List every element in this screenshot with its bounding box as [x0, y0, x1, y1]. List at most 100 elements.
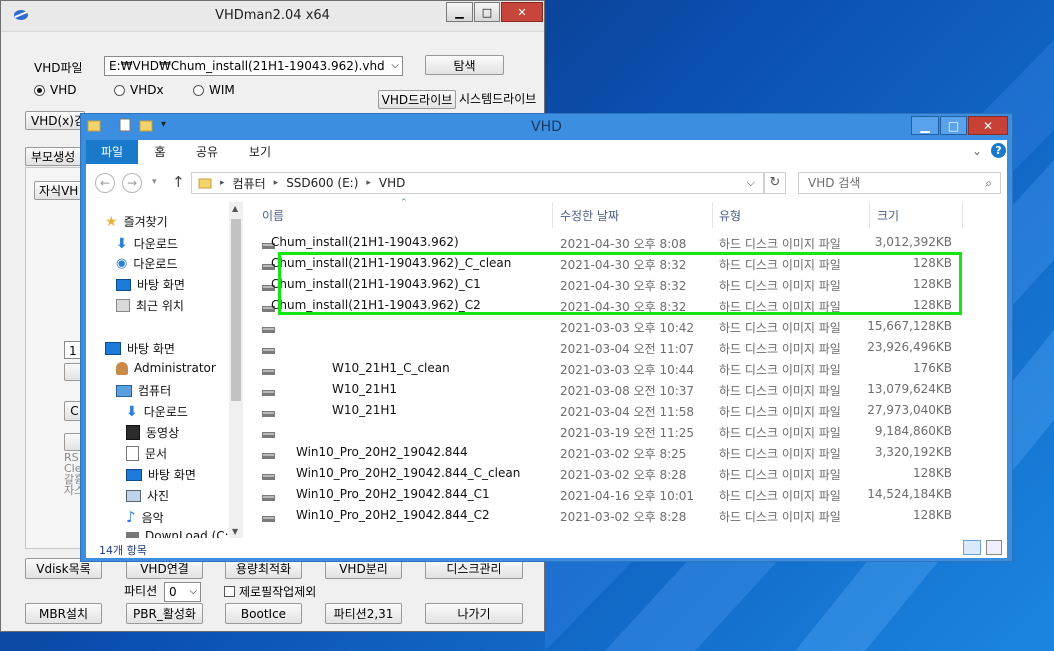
tab-file[interactable]: 파일: [86, 140, 138, 164]
ribbon-expand-icon[interactable]: ⌄: [972, 144, 982, 158]
nav-computer-downloads[interactable]: ⬇ 다운로드: [126, 403, 188, 420]
details-view-icon[interactable]: [963, 540, 981, 555]
exclude-zero-checkbox[interactable]: 제로필작업제외: [224, 583, 316, 600]
file-row[interactable]: 2021-03-04 오전 11:07 하드 디스크 이미지 파일 23,926,4…: [250, 337, 971, 358]
picture-icon: [126, 489, 141, 502]
file-type: 하드 디스크 이미지 파일: [719, 468, 841, 482]
file-row[interactable]: 2021-03-19 오전 11:25 하드 디스크 이미지 파일 9,184,86…: [250, 421, 971, 442]
exit-button[interactable]: 나가기: [425, 603, 523, 624]
file-row[interactable]: W10_21H1 2021-03-04 오전 11:58 하드 디스크 이미지 파일…: [250, 400, 971, 421]
vhd-check-button[interactable]: VHD(x)검: [25, 111, 85, 130]
breadcrumb-computer[interactable]: 컴퓨터: [233, 175, 266, 192]
recent-locations-icon[interactable]: ▾: [152, 177, 157, 187]
nav-computer[interactable]: 컴퓨터: [116, 382, 171, 399]
file-row[interactable]: Chum_install(21H1-19043.962)_C1 2021-04-3…: [250, 274, 971, 295]
nav-user[interactable]: Administrator: [116, 361, 216, 375]
vhdman-titlebar[interactable]: VHDman2.04 x64 ▁ □ ✕: [1, 1, 544, 32]
nav-music[interactable]: ♪ 음악: [126, 508, 164, 526]
desktop-icon: [126, 468, 142, 481]
file-name: Win10_Pro_20H2_19042.844_C1: [296, 487, 490, 501]
file-row[interactable]: Chum_install(21H1-19043.962)_C2 2021-04-3…: [250, 295, 971, 316]
file-row[interactable]: 2021-03-03 오후 10:42 하드 디스크 이미지 파일 15,667,1…: [250, 316, 971, 337]
radio-dot: [114, 84, 125, 96]
file-date: 2021-04-30 오후 8:08: [560, 237, 687, 251]
search-input[interactable]: VHD 검색 ⌕: [798, 172, 1001, 194]
refresh-icon[interactable]: ↻: [764, 172, 786, 194]
file-type: 하드 디스크 이미지 파일: [719, 300, 841, 314]
nav-desktop[interactable]: 바탕 화면: [105, 340, 175, 357]
forward-arrow-icon[interactable]: →: [122, 173, 142, 193]
help-icon[interactable]: ?: [991, 143, 1006, 158]
bootice-button[interactable]: BootIce: [225, 603, 302, 624]
file-date: 2021-03-08 오전 10:37: [560, 384, 695, 398]
column-size[interactable]: 크기: [877, 207, 899, 224]
column-type[interactable]: 유형: [719, 207, 741, 224]
tab-view[interactable]: 보기: [245, 140, 275, 164]
nav-scrollbar[interactable]: ▲ ▼: [229, 202, 243, 538]
vhd-path-combo[interactable]: E:₩VHD₩Chum_install(21H1-19043.962).vhd …: [104, 56, 403, 76]
radio-vhdx[interactable]: VHDx: [114, 83, 164, 97]
folder-icon: [198, 178, 212, 189]
address-bar[interactable]: ▸ 컴퓨터 ▸ SSD600 (E:) ▸ VHD ⌵: [191, 172, 764, 194]
maximize-button[interactable]: □: [940, 116, 967, 135]
vhd-drive-button[interactable]: VHD드라이브: [378, 90, 456, 109]
file-date: 2021-03-02 오후 8:28: [560, 510, 687, 524]
file-row[interactable]: Chum_install(21H1-19043.962)_C_clean 2021…: [250, 253, 971, 274]
tab-share[interactable]: 공유: [192, 140, 222, 164]
radio-label: VHDx: [130, 83, 164, 97]
explorer-titlebar[interactable]: ▾ VHD ▁ □ ✕: [81, 114, 1012, 140]
large-icons-view-icon[interactable]: [986, 540, 1002, 555]
browse-button[interactable]: 탐색: [425, 55, 504, 75]
partition-231-button[interactable]: 파티션2,31: [325, 603, 402, 624]
nav-videos[interactable]: 동영상: [126, 424, 179, 441]
file-row[interactable]: Chum_install(21H1-19043.962) 2021-04-30 오…: [250, 232, 971, 253]
maximize-button[interactable]: □: [474, 2, 500, 22]
back-arrow-icon[interactable]: ←: [95, 173, 115, 193]
parent-create-button[interactable]: 부모생성: [25, 147, 85, 166]
radio-vhd[interactable]: VHD: [34, 83, 76, 97]
pbr-activate-button[interactable]: PBR_활성화: [126, 603, 203, 624]
file-size: 13,079,624KB: [867, 382, 952, 396]
mbr-install-button[interactable]: MBR설치: [25, 603, 102, 624]
breadcrumb-drive[interactable]: SSD600 (E:): [286, 176, 358, 190]
file-row[interactable]: W10_21H1 2021-03-08 오전 10:37 하드 디스크 이미지 파일…: [250, 379, 971, 400]
nav-fav-downloads[interactable]: ⬇ 다운로드: [116, 235, 178, 252]
radio-wim[interactable]: WIM: [193, 83, 235, 97]
nav-label: 다운로드: [133, 237, 178, 251]
nav-computer-desktop[interactable]: 바탕 화면: [126, 466, 196, 483]
file-row[interactable]: Win10_Pro_20H2_19042.844 2021-03-02 오후 8:…: [250, 442, 971, 463]
nav-favorites[interactable]: ★ 즐겨찾기: [105, 213, 168, 230]
download-icon: ⬇: [116, 235, 128, 252]
nav-label: 컴퓨터: [138, 384, 172, 398]
nav-fav-desktop[interactable]: 바탕 화면: [116, 276, 185, 293]
file-row[interactable]: Win10_Pro_20H2_19042.844_C2 2021-03-02 오후…: [250, 505, 971, 526]
file-row[interactable]: W10_21H1_C_clean 2021-03-03 오후 10:44 하드 디스…: [250, 358, 971, 379]
scrollbar-thumb[interactable]: [231, 219, 241, 401]
scroll-down-icon[interactable]: ▼: [232, 527, 238, 536]
breadcrumb-folder[interactable]: VHD: [379, 176, 405, 190]
up-arrow-icon[interactable]: ↑: [172, 173, 185, 191]
column-date[interactable]: 수정한 날짜: [560, 207, 619, 224]
minimize-button[interactable]: ▁: [911, 116, 939, 135]
nav-label: Administrator: [134, 361, 216, 375]
child-vhd-button[interactable]: 자식VH: [34, 181, 85, 200]
minimize-button[interactable]: ▁: [446, 2, 473, 22]
sort-ascending-icon: ⌃: [400, 198, 408, 208]
chevron-down-icon[interactable]: ⌵: [747, 176, 755, 190]
scroll-up-icon[interactable]: ▲: [232, 204, 238, 213]
file-row[interactable]: Win10_Pro_20H2_19042.844_C_clean 2021-03-…: [250, 463, 971, 484]
nav-drive-c[interactable]: DownLoad (C:): [126, 529, 229, 538]
file-size: 128KB: [912, 256, 952, 270]
tab-home[interactable]: 홈: [148, 140, 172, 164]
close-button[interactable]: ✕: [501, 2, 543, 22]
nav-fav-recent[interactable]: 최근 위치: [116, 297, 184, 314]
nav-pictures[interactable]: 사진: [126, 487, 169, 504]
file-name: W10_21H1_C_clean: [332, 361, 450, 375]
column-name[interactable]: 이름: [262, 207, 284, 224]
nav-documents[interactable]: 문서: [126, 445, 167, 462]
partition-select[interactable]: 0 ⌵: [164, 582, 201, 602]
file-row[interactable]: Win10_Pro_20H2_19042.844_C1 2021-04-16 오후…: [250, 484, 971, 505]
close-button[interactable]: ✕: [968, 116, 1008, 135]
file-size: 23,926,496KB: [867, 340, 952, 354]
nav-fav-downloads-2[interactable]: ◉ 다운로드: [116, 255, 178, 272]
